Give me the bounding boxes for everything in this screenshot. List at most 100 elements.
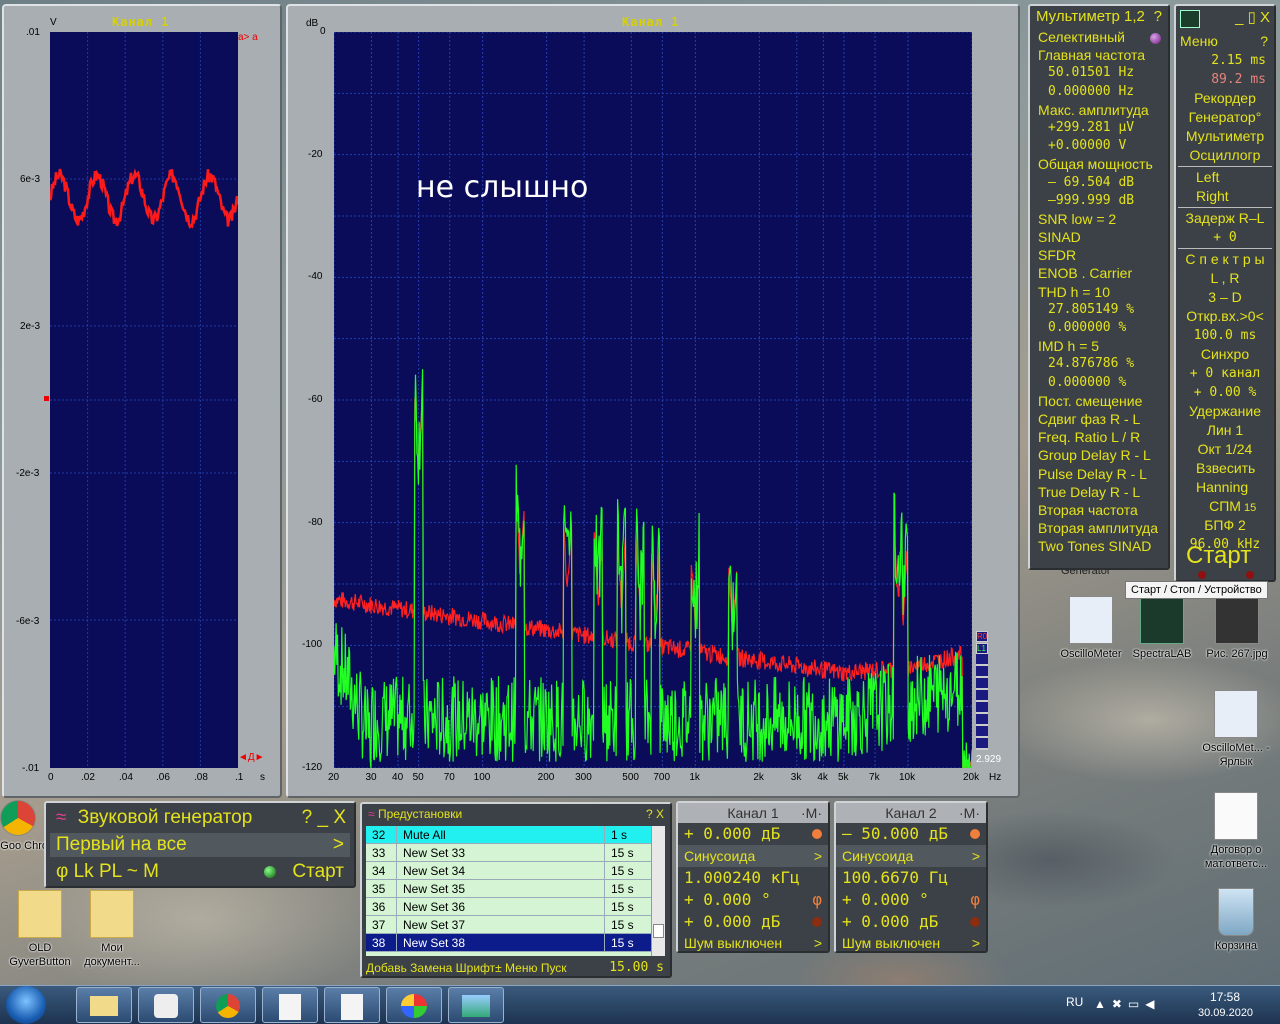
ch1-noise[interactable]: Шум выключен > xyxy=(678,933,828,953)
multimeter-row[interactable]: SINAD xyxy=(1030,228,1168,246)
side-menu-item[interactable]: Рекордер xyxy=(1176,89,1274,108)
ch1-wave[interactable]: Синусоида > xyxy=(678,845,828,867)
multimeter-row[interactable]: 24.876786 % xyxy=(1030,355,1168,373)
presets-actions[interactable]: Добавь Замена Шрифт± Меню Пуск xyxy=(366,961,567,975)
window-controls[interactable]: _ ▯ X xyxy=(1235,8,1270,26)
side-menu-item[interactable]: Синхро xyxy=(1176,345,1274,364)
presets-panel[interactable]: ≈ Предустановки ? X 32 Mute All 1 s 33 New S… xyxy=(360,802,672,978)
chrome-shortcut[interactable]: Goo Chro xyxy=(0,800,48,853)
channel-markers-top[interactable]: a> a xyxy=(238,32,258,43)
multimeter-help-button[interactable]: ? xyxy=(1154,6,1162,28)
multimeter-row[interactable]: Two Tones SINAD xyxy=(1030,537,1168,555)
multimeter-row[interactable]: 50.01501 Hz xyxy=(1030,64,1168,82)
side-menu-item[interactable]: Мультиметр xyxy=(1176,127,1274,146)
oscillometer-shortcut[interactable]: OscilloMeter xyxy=(1051,596,1131,661)
ch1-m-button[interactable]: ·M· xyxy=(801,803,822,823)
side-menu-item[interactable]: Задерж R–L xyxy=(1176,209,1274,228)
preset-row[interactable]: 34 New Set 34 15 s xyxy=(366,862,651,880)
side-menu-item[interactable]: Hanning xyxy=(1176,478,1274,497)
multimeter-row[interactable]: 27.805149 % xyxy=(1030,301,1168,319)
docx-file[interactable]: Договор о мат.ответс... xyxy=(1196,792,1276,871)
multimeter-row[interactable]: +299.281 μV xyxy=(1030,119,1168,137)
ch1-frequency[interactable]: 1.000240 кГц xyxy=(678,867,828,889)
preset-row[interactable]: 35 New Set 35 15 s xyxy=(366,880,651,898)
multimeter-row[interactable]: True Delay R - L xyxy=(1030,483,1168,501)
help-button[interactable]: ? xyxy=(1260,32,1268,51)
ch2-level[interactable]: – 50.000 дБ xyxy=(836,823,986,845)
ch2-m-button[interactable]: ·M· xyxy=(959,803,980,823)
taskbar-chrome-button[interactable] xyxy=(200,987,256,1023)
generator-mode-row[interactable]: Первый на все > xyxy=(50,833,350,857)
multimeter-row[interactable]: Селективный xyxy=(1030,28,1168,46)
preset-row[interactable]: 38 New Set 38 15 s xyxy=(366,934,651,952)
generator-start-button[interactable]: Старт xyxy=(292,860,344,884)
multimeter-row[interactable]: Вторая частота xyxy=(1030,501,1168,519)
taskbar-oscillometer-button[interactable] xyxy=(262,987,318,1023)
scroll-thumb[interactable] xyxy=(653,924,664,938)
recycle-bin[interactable]: Корзина xyxy=(1196,888,1276,953)
side-menu-item[interactable]: 100.0 ms xyxy=(1176,326,1274,345)
multimeter-row[interactable]: IMD h = 5 xyxy=(1030,337,1168,355)
multimeter-row[interactable]: SFDR xyxy=(1030,246,1168,264)
side-menu-item[interactable]: Left xyxy=(1176,168,1274,187)
spectrum-plot-area[interactable]: не слышно xyxy=(334,32,972,768)
spectralab-shortcut[interactable]: SpectraLAB xyxy=(1122,596,1202,661)
multimeter-row[interactable]: 0.000000 % xyxy=(1030,374,1168,392)
clock-time[interactable]: 17:58 xyxy=(1210,990,1240,1004)
my-documents[interactable]: Мои документ... xyxy=(72,890,152,969)
side-menu-item[interactable]: Осциллогр xyxy=(1176,146,1274,165)
old-gyverbutton-folder[interactable]: OLD GyverButton xyxy=(0,890,80,969)
taskbar-explorer-button[interactable] xyxy=(76,987,132,1023)
channel2-generator-panel[interactable]: Канал 2 ·M· – 50.000 дБ Синусоида > 100.6… xyxy=(834,801,988,953)
side-menu-item[interactable]: Удержание xyxy=(1176,402,1274,421)
multimeter-row[interactable]: Главная частота xyxy=(1030,46,1168,64)
side-menu-item[interactable]: + 0 xyxy=(1176,228,1274,247)
side-menu-item[interactable]: Окт 1/24 xyxy=(1176,440,1274,459)
generator-options-row[interactable]: φ Lk PL ~ M Старт xyxy=(50,860,350,884)
taskbar-app-button[interactable] xyxy=(138,987,194,1023)
ch2-offset[interactable]: + 0.000 дБ xyxy=(836,911,986,933)
generator-window-controls[interactable]: ? _ X xyxy=(302,806,346,830)
multimeter-row[interactable]: Group Delay R - L xyxy=(1030,446,1168,464)
image-file[interactable]: Рис. 267.jpg xyxy=(1197,596,1277,661)
side-menu-item[interactable]: + 0.00 % xyxy=(1176,383,1274,402)
preset-row[interactable]: 36 New Set 36 15 s xyxy=(366,898,651,916)
multimeter-row[interactable]: Пост. смещение xyxy=(1030,392,1168,410)
channel1-plot-area[interactable] xyxy=(50,32,238,768)
multimeter-row[interactable]: Макс. амплитуда xyxy=(1030,101,1168,119)
ch2-wave[interactable]: Синусоида > xyxy=(836,845,986,867)
main-side-menu[interactable]: _ ▯ X Меню ? 2.15 ms 89.2 ms Рекордер Ген… xyxy=(1174,4,1276,582)
channel1-generator-panel[interactable]: Канал 1 ·M· + 0.000 дБ Синусоида > 1.0002… xyxy=(676,801,830,953)
multimeter-row[interactable]: 0.000000 % xyxy=(1030,319,1168,337)
ch1-phase[interactable]: + 0.000 ° φ xyxy=(678,889,828,911)
preset-row[interactable]: 33 New Set 33 15 s xyxy=(366,844,651,862)
side-menu-item[interactable]: БПФ 2 xyxy=(1176,516,1274,535)
side-menu-item[interactable]: Генератор° xyxy=(1176,108,1274,127)
side-menu-item[interactable]: Взвесить xyxy=(1176,459,1274,478)
ch2-noise[interactable]: Шум выключен > xyxy=(836,933,986,953)
presets-scrollbar[interactable] xyxy=(651,826,665,956)
start-button[interactable]: Старт xyxy=(1186,542,1251,570)
side-menu-item[interactable]: L , R xyxy=(1176,269,1274,288)
multimeter-row[interactable]: ENOB . Carrier xyxy=(1030,264,1168,282)
channel-legend-strip[interactable]: R0 L1 xyxy=(976,631,988,751)
selective-indicator[interactable] xyxy=(1150,33,1161,44)
multimeter-row[interactable]: Вторая амплитуда xyxy=(1030,519,1168,537)
oscillometer-link[interactable]: OscilloMet... - Ярлык xyxy=(1196,690,1276,769)
side-menu-item[interactable]: Лин 1 xyxy=(1176,421,1274,440)
side-menu-item[interactable]: СПМ xyxy=(1176,497,1274,516)
side-menu-item[interactable]: Откр.вх.>0< xyxy=(1176,307,1274,326)
ch2-phase[interactable]: + 0.000 ° φ xyxy=(836,889,986,911)
multimeter-row[interactable]: Pulse Delay R - L xyxy=(1030,465,1168,483)
multimeter-row[interactable]: THD h = 10 xyxy=(1030,283,1168,301)
multimeter-row[interactable]: Общая мощность xyxy=(1030,155,1168,173)
channel1-oscilloscope-panel[interactable]: Канал 1 V a> a ◄Д► .01 6e-3 2e-3 -2e-3 -… xyxy=(2,4,282,798)
side-menu-item[interactable]: 3 – D xyxy=(1176,288,1274,307)
preset-row[interactable]: 37 New Set 37 15 s xyxy=(366,916,651,934)
side-menu-item[interactable]: С п е к т р ы xyxy=(1176,250,1274,269)
multimeter-row[interactable]: –999.999 dB xyxy=(1030,192,1168,210)
language-indicator[interactable]: RU xyxy=(1066,995,1083,1009)
ch1-offset[interactable]: + 0.000 дБ xyxy=(678,911,828,933)
multimeter-row[interactable]: – 69.504 dB xyxy=(1030,174,1168,192)
taskbar-oscillometer2-button[interactable] xyxy=(324,987,380,1023)
